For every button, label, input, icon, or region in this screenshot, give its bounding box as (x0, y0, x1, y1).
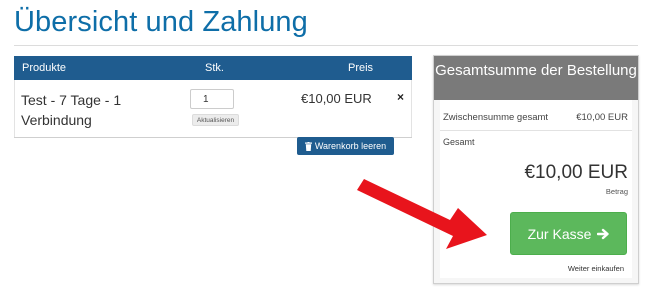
product-name[interactable]: Test - 7 Tage - 1 Verbindung (21, 90, 161, 130)
update-quantity-button[interactable]: Aktualisieren (192, 114, 239, 126)
checkout-button[interactable]: Zur Kasse (510, 212, 627, 255)
summary-divider (440, 130, 632, 131)
order-summary-title: Gesamtsumme der Bestellung (434, 56, 638, 100)
total-label: Gesamt (443, 137, 475, 147)
column-header-qty: Stk. (205, 62, 224, 74)
page-title: Übersicht und Zahlung (14, 6, 308, 38)
checkout-label: Zur Kasse (527, 225, 592, 242)
arrow-right-icon (597, 228, 610, 239)
subtotal-label: Zwischensumme gesamt (443, 112, 549, 123)
cart-table-header: Produkte Stk. Preis (14, 56, 412, 80)
close-icon[interactable]: × (397, 90, 404, 104)
continue-shopping-link[interactable]: Weiter einkaufen (568, 264, 624, 273)
column-header-product: Produkte (22, 62, 67, 74)
title-divider (14, 45, 638, 46)
empty-cart-label: Warenkorb leeren (314, 141, 387, 151)
empty-cart-button[interactable]: Warenkorb leeren (297, 137, 394, 155)
column-header-price: Preis (348, 62, 374, 74)
subtotal-value: €10,00 EUR (576, 112, 628, 123)
total-value: €10,00 EUR (524, 162, 628, 183)
item-price: €10,00 EUR (301, 91, 372, 106)
quantity-input[interactable] (190, 89, 234, 109)
red-arrow-icon (357, 179, 487, 249)
cart-item-row: Test - 7 Tage - 1 Verbindung Aktualisier… (14, 80, 412, 137)
amount-label: Betrag (605, 187, 628, 196)
trash-icon (304, 141, 312, 151)
